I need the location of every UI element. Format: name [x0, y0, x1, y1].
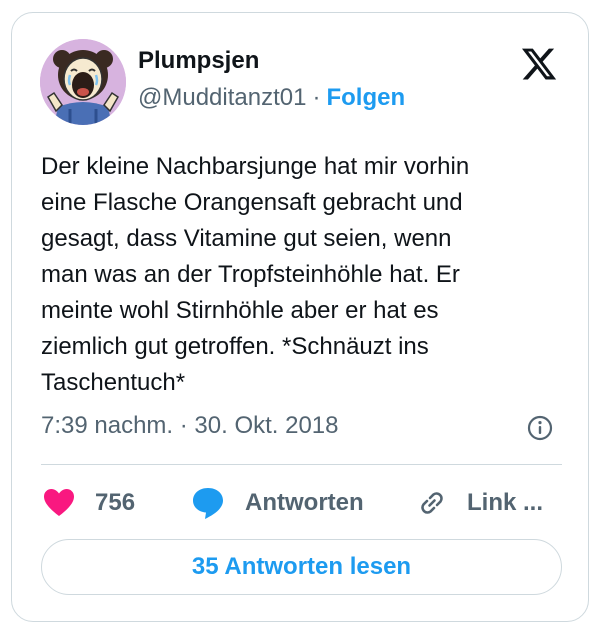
cartoon-girl-avatar-icon [40, 39, 126, 125]
speech-bubble-icon [191, 486, 225, 520]
x-logo-icon[interactable] [520, 45, 558, 83]
info-icon[interactable] [527, 415, 553, 441]
tweet-text: Der kleine Nachbarsjunge hat mir vorhin … [41, 153, 470, 396]
like-count: 756 [95, 489, 136, 516]
copy-link-button[interactable]: Link ... [415, 486, 543, 520]
handle-separator: · [312, 84, 321, 111]
handle-row: @Mudditanzt01 · Folgen [138, 84, 405, 112]
heart-icon [43, 488, 75, 518]
divider [41, 464, 562, 465]
link-icon [415, 486, 449, 520]
avatar[interactable] [40, 39, 126, 125]
read-replies-button[interactable]: 35 Antworten lesen [41, 539, 562, 595]
like-button[interactable]: 756 [43, 486, 135, 520]
follow-button[interactable]: Folgen [326, 84, 405, 111]
copy-link-label: Link ... [467, 489, 544, 516]
author-handle[interactable]: @Mudditanzt01 [138, 84, 306, 111]
display-name[interactable]: Plumpsjen [138, 47, 259, 75]
tweet-card: Plumpsjen @Mudditanzt01 · Folgen Der klein… [11, 12, 589, 622]
tweet-timestamp[interactable]: 7:39 nachm. · 30. Okt. 2018 [41, 412, 339, 440]
reply-button[interactable]: Antworten [191, 486, 364, 520]
reply-label: Antworten [245, 489, 364, 516]
